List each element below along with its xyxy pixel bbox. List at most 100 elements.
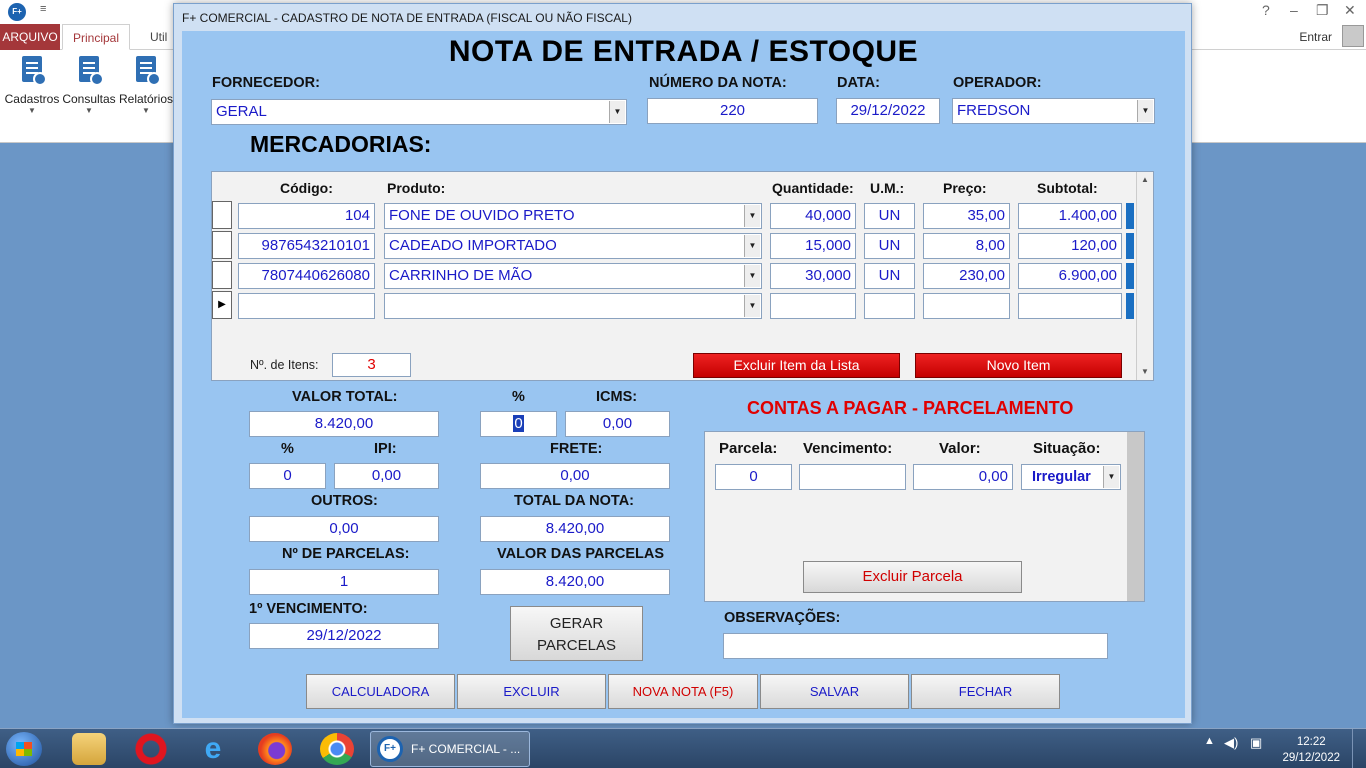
row-selector[interactable] — [212, 201, 232, 229]
opera-icon[interactable] — [134, 733, 168, 765]
internet-explorer-icon[interactable]: e — [196, 733, 230, 765]
chevron-down-icon[interactable]: ▼ — [609, 101, 625, 123]
file-explorer-icon[interactable] — [72, 733, 106, 765]
show-hidden-icons-icon[interactable]: ▲ — [1204, 735, 1215, 747]
chevron-down-icon[interactable]: ▼ — [1137, 100, 1153, 122]
fechar-button[interactable]: FECHAR — [911, 674, 1060, 709]
produto-select[interactable]: FONE DE OUVIDO PRETO ▼ — [384, 203, 762, 229]
clock[interactable]: 12:22 29/12/2022 — [1282, 734, 1340, 766]
row-selector[interactable] — [212, 261, 232, 289]
tab-arquivo[interactable]: ARQUIVO — [0, 24, 60, 50]
new-quantidade-field[interactable] — [770, 293, 856, 319]
report-clock-icon — [131, 56, 161, 88]
chevron-down-icon[interactable]: ▼ — [744, 265, 760, 287]
network-icon[interactable]: ▣ — [1250, 735, 1262, 751]
ipi-label: IPI: — [374, 441, 397, 457]
new-um-field[interactable] — [864, 293, 915, 319]
quick-access-toolbar[interactable]: ≡ — [40, 3, 46, 15]
chevron-down-icon[interactable]: ▼ — [744, 235, 760, 257]
chevron-down-icon[interactable]: ▼ — [744, 295, 760, 317]
col-situacao: Situação: — [1033, 440, 1101, 457]
start-button-icon[interactable] — [6, 732, 42, 766]
chevron-down-icon[interactable]: ▼ — [1103, 466, 1119, 488]
parcela-vencimento-field[interactable] — [799, 464, 906, 490]
vencimento-field[interactable]: 29/12/2022 — [249, 623, 439, 649]
volume-icon[interactable]: ◀) — [1224, 735, 1238, 751]
preco-field[interactable]: 35,00 — [923, 203, 1010, 229]
tab-utilitarios[interactable]: Util — [140, 24, 177, 50]
parcela-valor-field[interactable]: 0,00 — [913, 464, 1013, 490]
quantidade-field[interactable]: 40,000 — [770, 203, 856, 229]
restore-icon[interactable]: ❐ — [1316, 2, 1329, 19]
col-preco: Preço: — [943, 180, 987, 196]
excluir-button[interactable]: EXCLUIR — [457, 674, 606, 709]
new-preco-field[interactable] — [923, 293, 1010, 319]
row-selector[interactable] — [212, 231, 232, 259]
new-produto-select[interactable]: ▼ — [384, 293, 762, 319]
firefox-icon[interactable] — [258, 733, 292, 765]
data-field[interactable]: 29/12/2022 — [836, 98, 940, 124]
help-icon[interactable]: ? — [1262, 2, 1270, 18]
mercadorias-title: MERCADORIAS: — [250, 131, 432, 157]
produto-select[interactable]: CARRINHO DE MÃO ▼ — [384, 263, 762, 289]
chevron-down-icon: ▼ — [85, 106, 93, 115]
quantidade-field[interactable]: 15,000 — [770, 233, 856, 259]
excluir-item-button[interactable]: Excluir Item da Lista — [693, 353, 900, 378]
row-marker — [1126, 203, 1134, 229]
add-document-icon — [17, 56, 47, 88]
gerar-parcelas-button[interactable]: GERAR PARCELAS — [510, 606, 643, 661]
excluir-parcela-button[interactable]: Excluir Parcela — [803, 561, 1022, 593]
chevron-down-icon[interactable]: ▼ — [744, 205, 760, 227]
relatorios-button[interactable]: Relatórios ▼ — [118, 56, 174, 115]
scroll-down-icon[interactable]: ▼ — [1137, 364, 1153, 380]
outros-label: OUTROS: — [311, 493, 378, 509]
chrome-icon[interactable] — [320, 733, 354, 765]
pct-ipi-field[interactable]: 0 — [249, 463, 326, 489]
ipi-field[interactable]: 0,00 — [334, 463, 439, 489]
operador-value: FREDSON — [957, 102, 1031, 119]
signin-link[interactable]: Entrar — [1299, 30, 1332, 44]
codigo-field[interactable]: 9876543210101 — [238, 233, 375, 259]
parcelas-scrollbar[interactable] — [1127, 432, 1144, 601]
col-valor: Valor: — [939, 440, 981, 457]
novo-item-button[interactable]: Novo Item — [915, 353, 1122, 378]
num-parcelas-field[interactable]: 1 — [249, 569, 439, 595]
items-scrollbar[interactable]: ▲ ▼ — [1136, 172, 1153, 380]
pct-icms-field[interactable]: 0 — [480, 411, 557, 437]
observacoes-field[interactable] — [723, 633, 1108, 659]
produto-select[interactable]: CADEADO IMPORTADO ▼ — [384, 233, 762, 259]
codigo-field[interactable]: 7807440626080 — [238, 263, 375, 289]
um-field[interactable]: UN — [864, 203, 915, 229]
consultas-button[interactable]: Consultas ▼ — [61, 56, 117, 115]
taskbar-f-comercial[interactable]: F+ F+ COMERCIAL - ... — [370, 731, 530, 767]
items-subform: Código: Produto: Quantidade: U.M.: Preço… — [211, 171, 1154, 381]
new-codigo-field[interactable] — [238, 293, 375, 319]
frete-field[interactable]: 0,00 — [480, 463, 670, 489]
um-field[interactable]: UN — [864, 233, 915, 259]
preco-field[interactable]: 8,00 — [923, 233, 1010, 259]
fornecedor-value: GERAL — [216, 103, 267, 120]
tab-principal[interactable]: Principal — [62, 24, 131, 50]
codigo-field[interactable]: 104 — [238, 203, 375, 229]
subtotal-field: 120,00 — [1018, 233, 1122, 259]
fornecedor-select[interactable]: GERAL ▼ — [211, 99, 627, 125]
scroll-up-icon[interactable]: ▲ — [1137, 172, 1153, 188]
numero-nota-field[interactable]: 220 — [647, 98, 818, 124]
avatar[interactable] — [1342, 25, 1364, 47]
icms-field[interactable]: 0,00 — [565, 411, 670, 437]
situacao-select[interactable]: Irregular ▼ — [1021, 464, 1121, 490]
operador-select[interactable]: FREDSON ▼ — [952, 98, 1155, 124]
salvar-button[interactable]: SALVAR — [760, 674, 909, 709]
show-desktop-button[interactable] — [1352, 729, 1366, 768]
close-icon[interactable]: ✕ — [1344, 2, 1356, 19]
minimize-icon[interactable]: – — [1290, 2, 1298, 18]
nova-nota-button[interactable]: NOVA NOTA (F5) — [608, 674, 758, 709]
cadastros-button[interactable]: Cadastros ▼ — [4, 56, 60, 115]
outros-field[interactable]: 0,00 — [249, 516, 439, 542]
calculadora-button[interactable]: CALCULADORA — [306, 674, 455, 709]
quantidade-field[interactable]: 30,000 — [770, 263, 856, 289]
parcela-field[interactable]: 0 — [715, 464, 792, 490]
produto-value: CARRINHO DE MÃO — [389, 267, 533, 284]
um-field[interactable]: UN — [864, 263, 915, 289]
preco-field[interactable]: 230,00 — [923, 263, 1010, 289]
